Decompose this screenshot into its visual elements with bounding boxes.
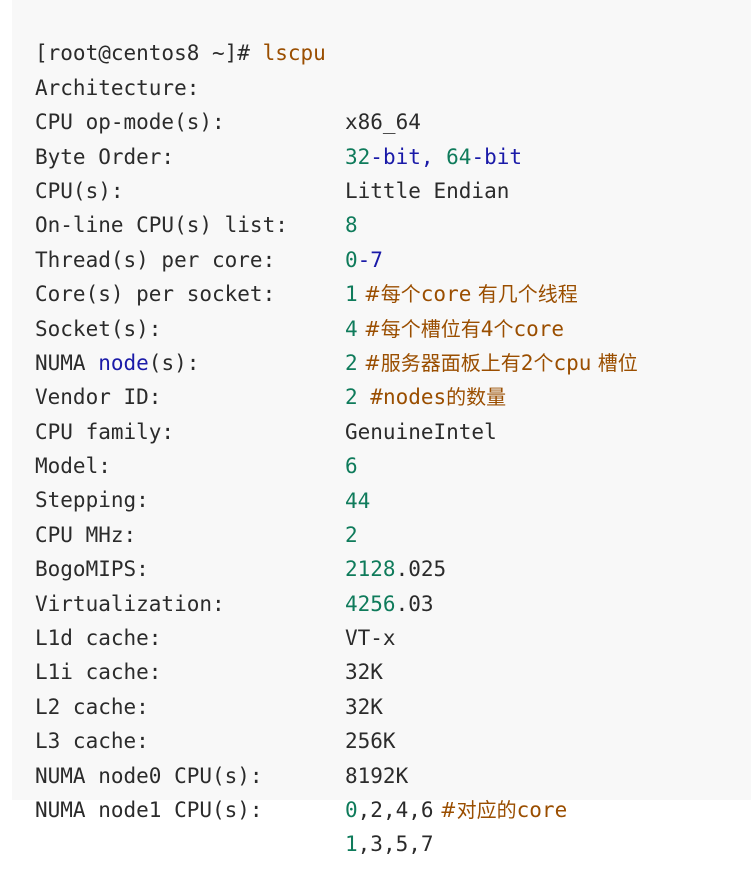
row-threads-per-core: Thread(s) per core: 1 #每个core 有几个线程 xyxy=(12,208,751,306)
row-l3-cache: L3 cache: 8192K xyxy=(12,690,751,787)
row-numa-node0-cpus: NUMA node0 CPU(s): 0,2,4,6 #对应的core xyxy=(12,724,751,822)
row-bogomips: BogoMIPS: 4256.03 xyxy=(12,518,751,615)
value-number: 0 xyxy=(345,798,358,823)
row-l1d-cache: L1d cache: 32K xyxy=(12,587,751,684)
row-cpus: CPU(s): 8 xyxy=(12,140,751,237)
prompt-line: [root@centos8 ~]# lscpu xyxy=(12,2,751,65)
row-cpu-family: CPU family: 6 xyxy=(12,380,751,478)
row-value: 1,3,5,7 xyxy=(345,827,434,861)
row-vendor-id: Vendor ID: GenuineIntel xyxy=(12,346,751,443)
row-cpu-op-modes: CPU op-mode(s): 32-bit, 64-bit xyxy=(12,71,751,168)
row-cpu-mhz: CPU MHz: 2128.025 xyxy=(12,483,751,581)
row-architecture: Architecture: x86_64 xyxy=(12,36,751,134)
row-numa-node1-cpus: NUMA node1 CPU(s): 1,3,5,7 xyxy=(12,759,751,856)
value-list: ,2,4,6 xyxy=(357,798,434,823)
row-online-cpu-list: On-line CPU(s) list: 0-7 xyxy=(12,174,751,271)
row-key: NUMA node1 CPU(s): xyxy=(35,798,263,822)
row-byte-order: Byte Order: Little Endian xyxy=(12,105,751,203)
row-model: Model: 44 xyxy=(12,415,751,512)
row-virtualization: Virtualization: VT-x xyxy=(12,552,751,650)
terminal-code-block: [root@centos8 ~]# lscpu Architecture: x8… xyxy=(12,0,751,856)
row-stepping: Stepping: 2 xyxy=(12,449,751,546)
value-number: 1 xyxy=(345,832,358,857)
comment: #对应的 xyxy=(433,798,517,823)
row-numa-nodes: NUMA node(s): 2 #nodes的数量 xyxy=(12,312,751,409)
comment: core xyxy=(516,798,568,823)
row-sockets: Socket(s): 2 #服务器面板上有2个cpu 槽位 xyxy=(12,277,751,375)
row-cores-per-socket: Core(s) per socket: 4 #每个槽位有4个core xyxy=(12,243,751,340)
value-list: ,3,5,7 xyxy=(357,832,434,857)
row-value: 0,2,4,6 #对应的core xyxy=(345,793,567,827)
row-l1i-cache: L1i cache: 32K xyxy=(12,621,751,718)
row-l2-cache: L2 cache: 256K xyxy=(12,655,751,753)
